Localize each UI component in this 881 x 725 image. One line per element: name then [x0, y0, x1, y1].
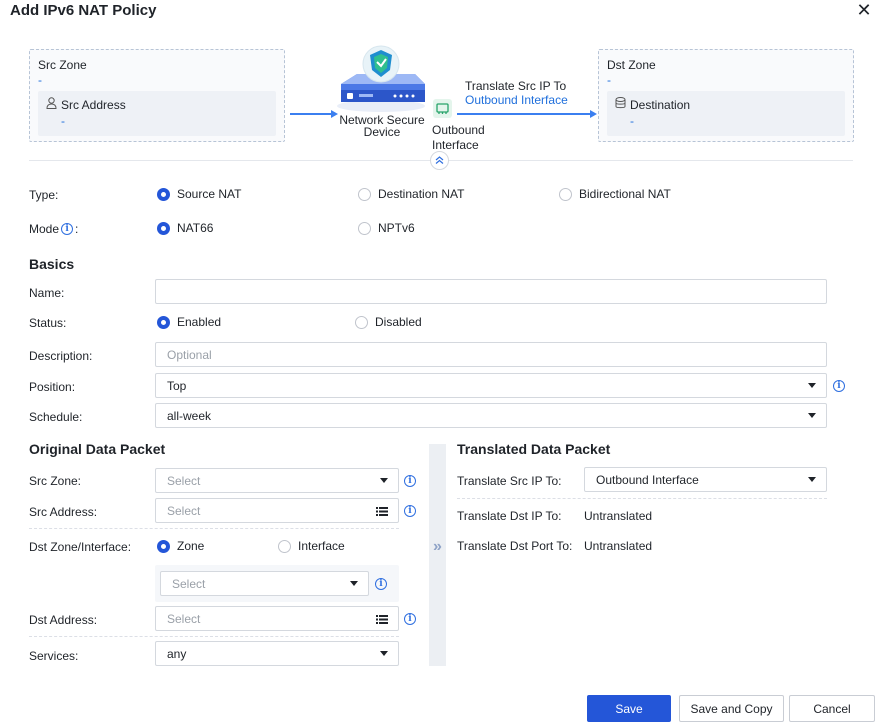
dst-zone-interface-label: Dst Zone/Interface: — [29, 540, 132, 554]
type-bidirectional-nat-radio[interactable]: Bidirectional NAT — [559, 187, 671, 201]
device-label: Network Secure Device — [339, 113, 425, 139]
translate-src-label: Translate Src IP To — [465, 79, 567, 93]
double-chevron-up-icon[interactable] — [430, 151, 449, 170]
destination-value: - — [630, 114, 634, 128]
status-enabled-radio[interactable]: Enabled — [157, 315, 221, 329]
translate-src-ip-select[interactable]: Outbound Interface — [584, 467, 827, 492]
mode-nptv6-radio[interactable]: NPTv6 — [358, 221, 415, 235]
dst-address-select[interactable]: Select — [155, 606, 399, 631]
src-address-box: Src Address - — [38, 91, 276, 136]
caret-down-icon — [808, 413, 816, 418]
list-icon[interactable] — [376, 615, 388, 624]
type-destination-nat-radio[interactable]: Destination NAT — [358, 187, 464, 201]
divider — [29, 528, 399, 529]
dst-zone-select[interactable]: Select — [160, 571, 369, 596]
destination-box: Destination - — [607, 91, 845, 136]
dst-interface-radio[interactable]: Interface — [278, 539, 345, 553]
status-disabled-radio[interactable]: Disabled — [355, 315, 422, 329]
dst-zone-radio[interactable]: Zone — [157, 539, 204, 553]
radio-unchecked-icon — [358, 187, 371, 201]
type-label: Type: — [29, 188, 59, 202]
caret-down-icon — [380, 478, 388, 483]
arrow-src-to-device — [290, 113, 332, 115]
src-address-select[interactable]: Select — [155, 498, 399, 523]
caret-down-icon — [808, 477, 816, 482]
save-button[interactable]: Save — [587, 695, 671, 722]
divider — [29, 636, 399, 637]
position-label: Position: — [29, 380, 76, 394]
info-icon[interactable]: i — [833, 380, 845, 392]
dst-zone-title: Dst Zone — [607, 58, 656, 72]
interface-icon — [433, 99, 452, 118]
dst-zone-value: - — [607, 73, 611, 87]
list-icon[interactable] — [376, 507, 388, 516]
src-address-label: Src Address — [61, 98, 126, 112]
src-address-field-label: Src Address: — [29, 505, 98, 519]
type-source-nat-radio[interactable]: Source NAT — [157, 187, 241, 201]
network-device-icon — [333, 44, 429, 114]
name-label: Name: — [29, 286, 65, 300]
original-heading: Original Data Packet — [29, 441, 166, 457]
radio-unchecked-icon — [355, 315, 368, 329]
dst-address-label: Dst Address: — [29, 613, 98, 627]
radio-checked-icon — [157, 187, 170, 201]
translated-heading: Translated Data Packet — [457, 441, 611, 457]
destination-label: Destination — [630, 98, 691, 112]
outbound-interface-label: Outbound Interface — [432, 123, 485, 152]
dialog-title: Add IPv6 NAT Policy — [10, 2, 157, 19]
translate-dst-port-label: Translate Dst Port To: — [457, 539, 573, 553]
user-icon — [46, 97, 57, 112]
close-icon[interactable]: ✕ — [855, 0, 873, 20]
info-icon[interactable]: i — [404, 505, 416, 517]
radio-unchecked-icon — [358, 221, 371, 235]
mode-label: Mode i : — [29, 222, 79, 236]
double-chevron-right-icon: » — [433, 538, 442, 555]
position-select[interactable]: Top — [155, 373, 827, 398]
radio-checked-icon — [157, 221, 170, 235]
src-zone-label: Src Zone: — [29, 474, 82, 488]
radio-checked-icon — [157, 539, 170, 553]
services-label: Services: — [29, 649, 79, 663]
src-zone-select[interactable]: Select — [155, 468, 399, 493]
divider — [457, 498, 827, 499]
status-label: Status: — [29, 316, 67, 330]
description-label: Description: — [29, 349, 93, 363]
radio-checked-icon — [157, 315, 170, 329]
translate-dst-ip-label: Translate Dst IP To: — [457, 509, 562, 523]
radio-unchecked-icon — [278, 539, 291, 553]
info-icon[interactable]: i — [61, 223, 74, 235]
save-and-copy-button[interactable]: Save and Copy — [679, 695, 784, 722]
info-icon[interactable]: i — [404, 475, 416, 487]
name-input[interactable] — [155, 279, 827, 304]
src-zone-box: Src Zone - Src Address - — [29, 49, 285, 142]
src-zone-value: - — [38, 73, 42, 87]
database-icon — [615, 97, 626, 112]
translate-dst-ip-value: Untranslated — [584, 509, 653, 523]
caret-down-icon — [380, 651, 388, 656]
info-icon[interactable]: i — [375, 578, 387, 590]
translate-src-link[interactable]: Outbound Interface — [465, 93, 568, 107]
caret-down-icon — [808, 383, 816, 388]
dst-zone-box: Dst Zone - Destination - — [598, 49, 854, 142]
src-zone-title: Src Zone — [38, 58, 87, 72]
services-select[interactable]: any — [155, 641, 399, 666]
radio-unchecked-icon — [559, 187, 572, 201]
translate-dst-port-value: Untranslated — [584, 539, 653, 553]
caret-down-icon — [350, 581, 358, 586]
src-address-value: - — [61, 114, 65, 128]
cancel-button[interactable]: Cancel — [789, 695, 875, 722]
mode-nat66-radio[interactable]: NAT66 — [157, 221, 213, 235]
arrow-device-to-dst — [457, 113, 591, 115]
schedule-select[interactable]: all-week — [155, 403, 827, 428]
translate-src-ip-label: Translate Src IP To: — [457, 474, 562, 488]
basics-heading: Basics — [29, 256, 75, 272]
description-input[interactable]: Optional — [155, 342, 827, 367]
schedule-label: Schedule: — [29, 410, 83, 424]
info-icon[interactable]: i — [404, 613, 416, 625]
arrow-head-icon — [590, 110, 597, 118]
